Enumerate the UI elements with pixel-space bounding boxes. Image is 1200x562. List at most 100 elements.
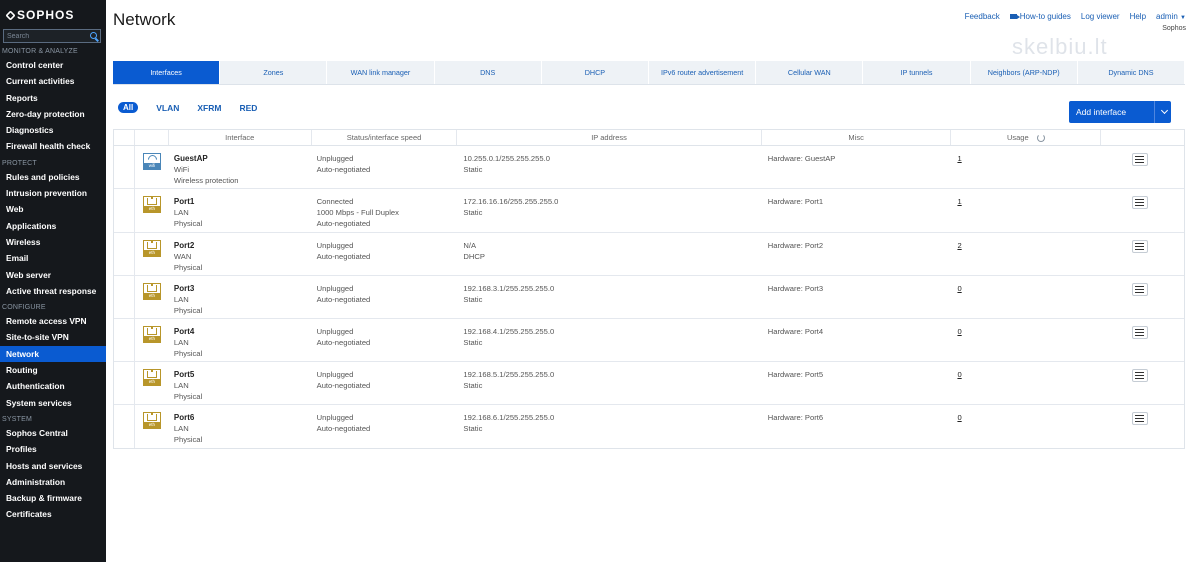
interface-name[interactable]: Port5 [174,369,312,380]
header-interface[interactable]: Interface [169,130,312,145]
sidebar-item-certificates[interactable]: Certificates [0,506,106,522]
ethernet-port-icon: eth [142,240,161,257]
tab-dhcp[interactable]: DHCP [542,61,650,84]
row-select[interactable] [114,233,135,275]
admin-menu[interactable]: admin ▼ [1156,12,1186,21]
ip-mode: DHCP [463,252,485,261]
interface-name[interactable]: Port1 [174,196,312,207]
tab-ip-tunnels[interactable]: IP tunnels [863,61,971,84]
howto-label: How-to guides [1019,12,1071,21]
usage-link[interactable]: 1 [957,197,961,206]
tab-ipv6-router-advertisement[interactable]: IPv6 router advertisement [649,61,757,84]
sidebar-item-backup-firmware[interactable]: Backup & firmware [0,490,106,506]
sidebar-item-profiles[interactable]: Profiles [0,441,106,457]
tab-neighbors-arp-ndp-[interactable]: Neighbors (ARP-NDP) [971,61,1078,84]
row-select[interactable] [114,189,135,232]
sidebar-item-web[interactable]: Web [0,201,106,217]
sidebar-item-firewall-health-check[interactable]: Firewall health check [0,138,106,154]
usage-link[interactable]: 0 [957,370,961,379]
usage-link[interactable]: 0 [957,327,961,336]
row-select[interactable] [114,276,135,318]
hamburger-menu-icon[interactable] [1131,326,1148,339]
table-row[interactable]: eth Port1 LAN Physical Connected 1000 Mb… [114,189,1184,233]
help-link[interactable]: Help [1130,12,1146,21]
hamburger-menu-icon[interactable] [1131,369,1148,382]
filter-xfrm[interactable]: XFRM [197,103,221,113]
header-misc[interactable]: Misc [762,130,952,145]
row-select[interactable] [114,319,135,361]
sidebar-item-remote-access-vpn[interactable]: Remote access VPN [0,313,106,329]
sidebar-item-network[interactable]: Network [0,345,106,363]
header-usage-label[interactable]: Usage [1007,133,1029,142]
sophos-shield-icon [5,9,16,21]
sidebar-item-administration[interactable]: Administration [0,474,106,490]
sidebar-item-system-services[interactable]: System services [0,395,106,411]
sidebar-item-applications[interactable]: Applications [0,218,106,234]
table-row[interactable]: eth Port4 LAN Physical Unplugged Auto-ne… [114,319,1184,362]
ethernet-port-icon: eth [142,196,161,213]
hamburger-menu-icon[interactable] [1131,283,1148,296]
search-icon[interactable] [90,32,97,39]
usage-link[interactable]: 0 [957,284,961,293]
sidebar-item-web-server[interactable]: Web server [0,267,106,283]
filter-red[interactable]: RED [239,103,257,113]
sidebar-item-intrusion-prevention[interactable]: Intrusion prevention [0,185,106,201]
table-row[interactable]: eth Port6 LAN Physical Unplugged Auto-ne… [114,405,1184,448]
usage-link[interactable]: 0 [957,413,961,422]
interface-name[interactable]: Port4 [174,326,312,337]
header-ip[interactable]: IP address [457,130,762,145]
sidebar-item-zero-day-protection[interactable]: Zero-day protection [0,106,106,122]
tab-dynamic-dns[interactable]: Dynamic DNS [1078,61,1186,84]
sidebar-item-site-to-site-vpn[interactable]: Site-to-site VPN [0,329,106,345]
interface-name[interactable]: Port3 [174,283,312,294]
feedback-link[interactable]: Feedback [965,12,1000,21]
usage-link[interactable]: 1 [957,154,961,163]
ip-cell: 10.255.0.1/255.255.255.0 Static [457,146,761,188]
sidebar-item-email[interactable]: Email [0,250,106,266]
tab-interfaces[interactable]: Interfaces [113,61,221,84]
table-row[interactable]: eth Port5 LAN Physical Unplugged Auto-ne… [114,362,1184,405]
hamburger-menu-icon[interactable] [1131,240,1148,253]
sidebar-item-diagnostics[interactable]: Diagnostics [0,122,106,138]
hamburger-menu-icon[interactable] [1131,412,1148,425]
header-status[interactable]: Status/interface speed [312,130,458,145]
hamburger-menu-icon[interactable] [1131,153,1148,166]
ip-cell: 192.168.5.1/255.255.255.0 Static [457,362,761,404]
sidebar-item-authentication[interactable]: Authentication [0,378,106,394]
howto-link[interactable]: How-to guides [1009,12,1071,21]
tab-cellular-wan[interactable]: Cellular WAN [756,61,864,84]
sidebar-item-control-center[interactable]: Control center [0,57,106,73]
hamburger-menu-icon[interactable] [1131,196,1148,209]
chevron-down-icon[interactable] [1160,106,1169,115]
tab-zones[interactable]: Zones [220,61,328,84]
search-input[interactable] [4,30,100,42]
table-row[interactable]: eth Port3 LAN Physical Unplugged Auto-ne… [114,276,1184,319]
sidebar-item-rules-and-policies[interactable]: Rules and policies [0,169,106,185]
sidebar-item-hosts-and-services[interactable]: Hosts and services [0,458,106,474]
interface-name[interactable]: Port6 [174,412,312,423]
interface-name[interactable]: Port2 [174,240,312,251]
sidebar-item-wireless[interactable]: Wireless [0,234,106,250]
row-select[interactable] [114,146,135,188]
tab-dns[interactable]: DNS [435,61,542,84]
log-viewer-link[interactable]: Log viewer [1081,12,1120,21]
status-line: Auto-negotiated [316,295,371,304]
filter-vlan[interactable]: VLAN [156,103,179,113]
table-row[interactable]: wifi GuestAP WiFi Wireless protection Un… [114,146,1184,189]
add-interface-label: Add interface [1076,107,1127,117]
table-row[interactable]: eth Port2 WAN Physical Unplugged Auto-ne… [114,233,1184,276]
sidebar-item-sophos-central[interactable]: Sophos Central [0,425,106,441]
sidebar-item-reports[interactable]: Reports [0,90,106,106]
interface-name[interactable]: GuestAP [174,153,312,164]
sidebar-item-current-activities[interactable]: Current activities [0,73,106,89]
refresh-icon[interactable] [1036,133,1045,142]
filter-all[interactable]: All [118,102,139,113]
tab-wan-link-manager[interactable]: WAN link manager [327,61,435,84]
usage-link[interactable]: 2 [957,241,961,250]
sidebar-item-routing[interactable]: Routing [0,362,106,378]
actions-cell [1101,276,1184,318]
add-interface-button[interactable]: Add interface [1069,101,1171,123]
sidebar-item-active-threat-response[interactable]: Active threat response [0,283,106,299]
row-select[interactable] [114,405,135,448]
row-select[interactable] [114,362,135,404]
